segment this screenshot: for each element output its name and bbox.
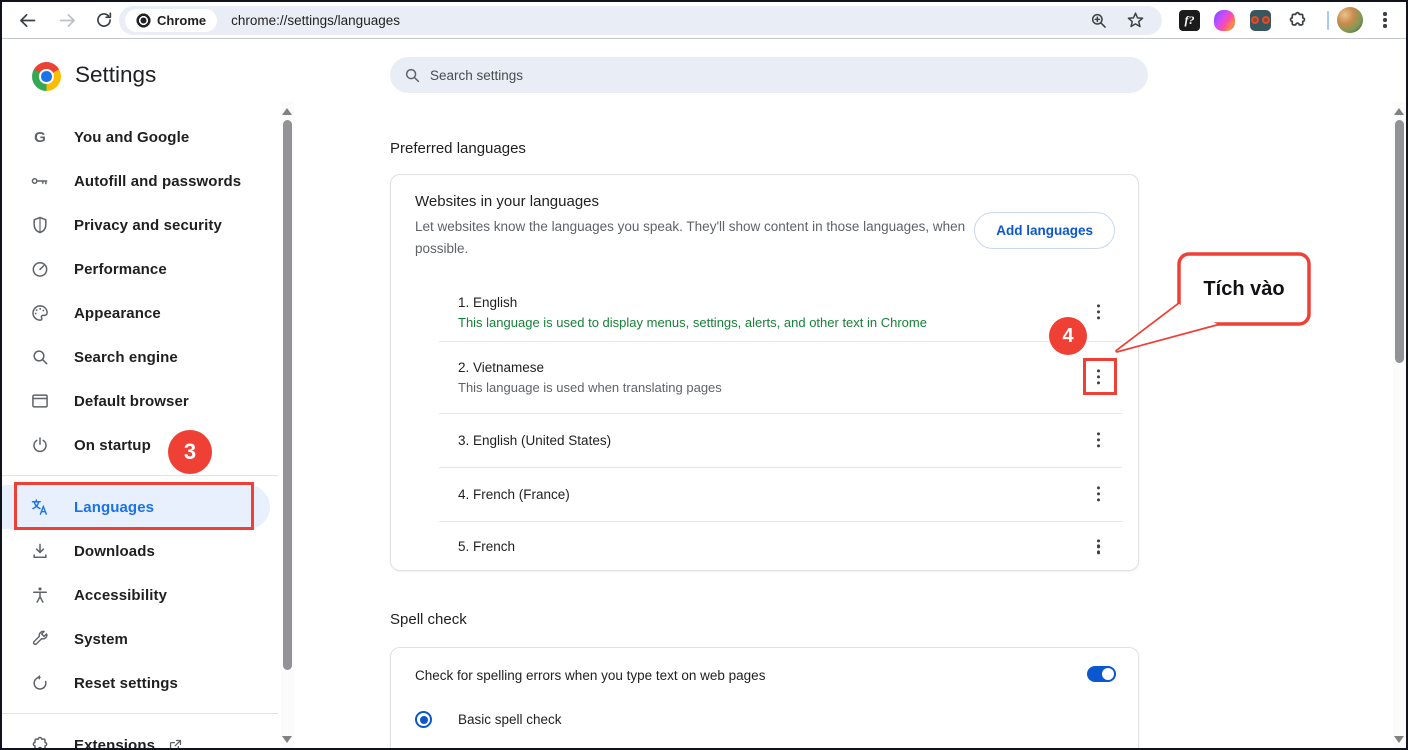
settings-search-bar[interactable]: Search settings [390, 57, 1148, 93]
spell-check-heading: Spell check [390, 611, 467, 628]
google-g-icon: G [30, 127, 50, 147]
spell-check-toggle-label: Check for spelling errors when you type … [415, 668, 765, 683]
sidebar-scroll-up-arrow[interactable] [282, 108, 292, 115]
search-icon [30, 347, 50, 367]
kebab-icon [1097, 432, 1100, 447]
extension-f-icon[interactable]: f? [1179, 10, 1200, 31]
sidebar-item-you-and-google[interactable]: G You and Google [2, 115, 280, 159]
language-row-french-france: 4. French (France) [391, 467, 1138, 521]
sidebar-item-system[interactable]: System [2, 617, 280, 661]
forward-arrow-icon [57, 10, 78, 31]
back-arrow-icon [17, 10, 38, 31]
chrome-badge-label: Chrome [157, 13, 206, 28]
kebab-highlight-box [1083, 358, 1117, 395]
step-4-badge: 4 [1049, 317, 1087, 355]
language-row-english: 1. English This language is used to disp… [391, 283, 1138, 341]
reload-button[interactable] [93, 9, 115, 31]
preferred-languages-heading: Preferred languages [390, 140, 526, 157]
sidebar-scroll-down-arrow[interactable] [282, 736, 292, 743]
reload-icon [94, 10, 114, 30]
card-title: Websites in your languages [415, 193, 599, 210]
sidebar-item-appearance[interactable]: Appearance [2, 291, 280, 335]
main-scroll-up-arrow[interactable] [1394, 108, 1404, 115]
extension-brain-icon[interactable] [1214, 10, 1235, 31]
bookmark-star-icon[interactable] [1125, 10, 1146, 31]
extensions-menu-button[interactable] [1287, 10, 1308, 31]
zoom-in-icon[interactable] [1089, 11, 1109, 31]
chrome-logo-icon [32, 62, 61, 91]
language-menu-button[interactable] [1093, 428, 1104, 451]
download-icon [30, 541, 50, 561]
radio-selected-icon [415, 711, 432, 728]
kebab-icon [1097, 539, 1100, 554]
palette-icon [30, 303, 50, 323]
svg-text:G: G [34, 129, 46, 146]
sidebar-item-search-engine[interactable]: Search engine [2, 335, 280, 379]
language-list: 1. English This language is used to disp… [391, 283, 1138, 572]
language-menu-button[interactable] [1093, 535, 1104, 558]
language-row-english-us: 3. English (United States) [391, 413, 1138, 467]
puzzle-icon [1287, 10, 1308, 31]
page-title: Settings [75, 62, 156, 88]
key-icon [30, 171, 50, 191]
sidebar-divider [2, 713, 278, 714]
main-scrollbar-thumb[interactable] [1395, 120, 1404, 363]
sidebar-item-default-browser[interactable]: Default browser [2, 379, 280, 423]
kebab-icon [1383, 12, 1386, 27]
languages-highlight-box [14, 482, 254, 530]
search-placeholder: Search settings [430, 68, 523, 83]
reset-icon [30, 673, 50, 693]
spell-check-toggle[interactable] [1087, 666, 1116, 682]
step-3-badge: 3 [168, 430, 212, 474]
browser-window-icon [30, 391, 50, 411]
external-link-icon [167, 737, 184, 750]
browser-menu-button[interactable] [1374, 9, 1396, 31]
extension-face-icon[interactable] [1250, 10, 1271, 31]
add-languages-button[interactable]: Add languages [974, 212, 1115, 249]
card-description: Let websites know the languages you spea… [415, 216, 970, 260]
back-button[interactable] [16, 9, 38, 31]
sidebar-item-privacy[interactable]: Privacy and security [2, 203, 280, 247]
sidebar-item-accessibility[interactable]: Accessibility [2, 573, 280, 617]
sidebar-item-autofill[interactable]: Autofill and passwords [2, 159, 280, 203]
radio-label: Basic spell check [458, 712, 562, 727]
profile-avatar[interactable] [1337, 7, 1363, 33]
url-text[interactable]: chrome://settings/languages [231, 13, 400, 28]
speedometer-icon [30, 259, 50, 279]
sidebar-item-downloads[interactable]: Downloads [2, 529, 280, 573]
sidebar-divider [2, 475, 278, 476]
sidebar-item-performance[interactable]: Performance [2, 247, 280, 291]
callout-bubble-text: Tích vào [1179, 254, 1309, 324]
basic-spell-check-option[interactable]: Basic spell check [415, 711, 562, 728]
language-row-vietnamese: 2. Vietnamese This language is used when… [391, 341, 1138, 413]
sidebar-scrollbar-thumb[interactable] [283, 120, 292, 670]
languages-card: Websites in your languages Let websites … [390, 174, 1139, 571]
sidebar-item-extensions[interactable]: Extensions [2, 723, 280, 750]
sidebar-item-on-startup[interactable]: On startup [2, 423, 280, 467]
browser-window: Chrome chrome://settings/languages f? Se… [0, 0, 1408, 750]
language-menu-button[interactable] [1093, 482, 1104, 505]
wrench-icon [30, 629, 50, 649]
omnibox[interactable]: Chrome chrome://settings/languages [119, 6, 1162, 35]
toolbar-separator [1327, 11, 1329, 30]
forward-button[interactable] [56, 9, 78, 31]
sidebar-item-reset-settings[interactable]: Reset settings [2, 661, 280, 705]
main-scroll-down-arrow[interactable] [1394, 736, 1404, 743]
settings-sidebar: G You and Google Autofill and passwords … [2, 115, 280, 750]
chrome-site-badge[interactable]: Chrome [125, 9, 217, 32]
puzzle-icon [30, 735, 50, 750]
chrome-mono-logo-icon [136, 13, 151, 28]
shield-icon [30, 215, 50, 235]
browser-toolbar: Chrome chrome://settings/languages f? [2, 2, 1406, 39]
power-icon [30, 435, 50, 455]
accessibility-icon [30, 585, 50, 605]
language-row-french: 5. French [391, 521, 1138, 572]
search-icon [403, 66, 421, 84]
spell-check-card: Check for spelling errors when you type … [390, 647, 1139, 750]
kebab-icon [1097, 304, 1100, 319]
kebab-icon [1097, 486, 1100, 501]
